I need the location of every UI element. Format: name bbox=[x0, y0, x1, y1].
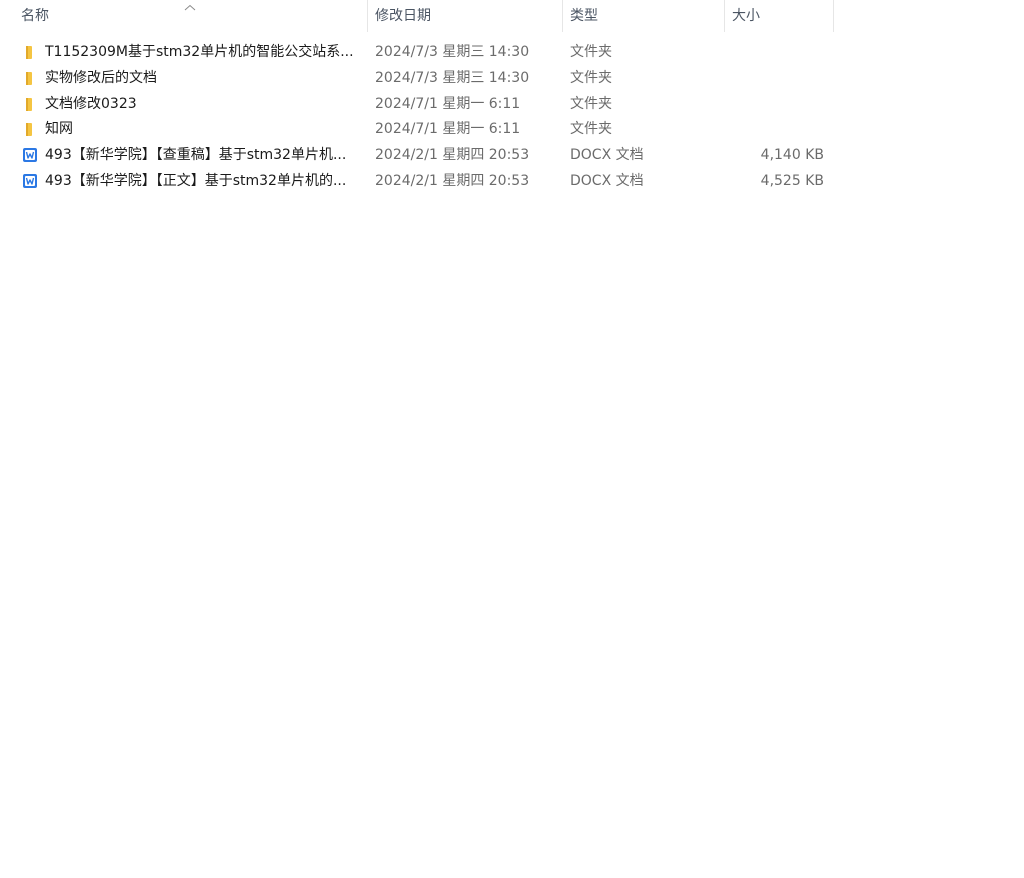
file-name: 493【新华学院】【正文】基于stm32单片机的... bbox=[45, 172, 347, 189]
file-row[interactable]: 493【新华学院】【正文】基于stm32单片机的... 2024/2/1 星期四… bbox=[0, 168, 834, 194]
file-row[interactable]: 493【新华学院】【查重稿】基于stm32单片机... 2024/2/1 星期四… bbox=[0, 142, 834, 168]
file-size: 4,525 KB bbox=[760, 172, 824, 189]
folder-icon bbox=[22, 44, 38, 60]
folder-icon bbox=[22, 96, 38, 112]
file-modified-date: 2024/7/3 星期三 14:30 bbox=[375, 44, 530, 60]
file-type: 文件夹 bbox=[570, 44, 612, 60]
file-size bbox=[724, 39, 824, 65]
file-name: T1152309M基于stm32单片机的智能公交站系... bbox=[45, 44, 354, 60]
file-type: 文件夹 bbox=[570, 121, 612, 138]
file-size bbox=[724, 65, 824, 91]
file-modified-date: 2024/2/1 星期四 20:53 bbox=[375, 147, 530, 164]
file-row[interactable]: 知网 2024/7/1 星期一 6:11 文件夹 bbox=[0, 116, 834, 142]
file-name: 知网 bbox=[45, 121, 73, 138]
column-divider[interactable] bbox=[367, 0, 368, 32]
file-type: DOCX 文档 bbox=[570, 172, 644, 189]
column-header-name[interactable]: 名称 bbox=[21, 0, 366, 32]
word-doc-icon bbox=[22, 173, 38, 189]
file-name: 493【新华学院】【查重稿】基于stm32单片机... bbox=[45, 147, 347, 164]
file-name: 实物修改后的文档 bbox=[45, 69, 157, 86]
word-doc-icon bbox=[22, 147, 38, 163]
file-type: 文件夹 bbox=[570, 95, 612, 112]
folder-icon bbox=[22, 70, 38, 86]
file-explorer-view: 名称 修改日期 类型 大小 T1152309M基于stm32单片机的智能公交站系… bbox=[0, 0, 1024, 878]
file-size bbox=[724, 91, 824, 117]
file-row[interactable]: T1152309M基于stm32单片机的智能公交站系... 2024/7/3 星… bbox=[0, 39, 834, 65]
file-size: 4,140 KB bbox=[760, 147, 824, 164]
file-modified-date: 2024/7/1 星期一 6:11 bbox=[375, 95, 521, 112]
file-list: T1152309M基于stm32单片机的智能公交站系... 2024/7/3 星… bbox=[0, 39, 834, 194]
file-type: DOCX 文档 bbox=[570, 147, 644, 164]
column-divider[interactable] bbox=[724, 0, 725, 32]
folder-icon bbox=[22, 121, 38, 137]
file-modified-date: 2024/2/1 星期四 20:53 bbox=[375, 172, 530, 189]
column-header-size[interactable]: 大小 bbox=[732, 0, 833, 32]
file-modified-date: 2024/7/3 星期三 14:30 bbox=[375, 69, 530, 86]
file-type: 文件夹 bbox=[570, 69, 612, 86]
column-header-row: 名称 修改日期 类型 大小 bbox=[0, 0, 834, 32]
column-divider[interactable] bbox=[833, 0, 834, 32]
file-size bbox=[724, 116, 824, 142]
file-modified-date: 2024/7/1 星期一 6:11 bbox=[375, 121, 521, 138]
file-name: 文档修改0323 bbox=[45, 95, 137, 112]
file-row[interactable]: 实物修改后的文档 2024/7/3 星期三 14:30 文件夹 bbox=[0, 65, 834, 91]
file-row[interactable]: 文档修改0323 2024/7/1 星期一 6:11 文件夹 bbox=[0, 91, 834, 117]
column-header-modified[interactable]: 修改日期 bbox=[375, 0, 562, 32]
column-divider[interactable] bbox=[562, 0, 563, 32]
column-header-type[interactable]: 类型 bbox=[570, 0, 724, 32]
